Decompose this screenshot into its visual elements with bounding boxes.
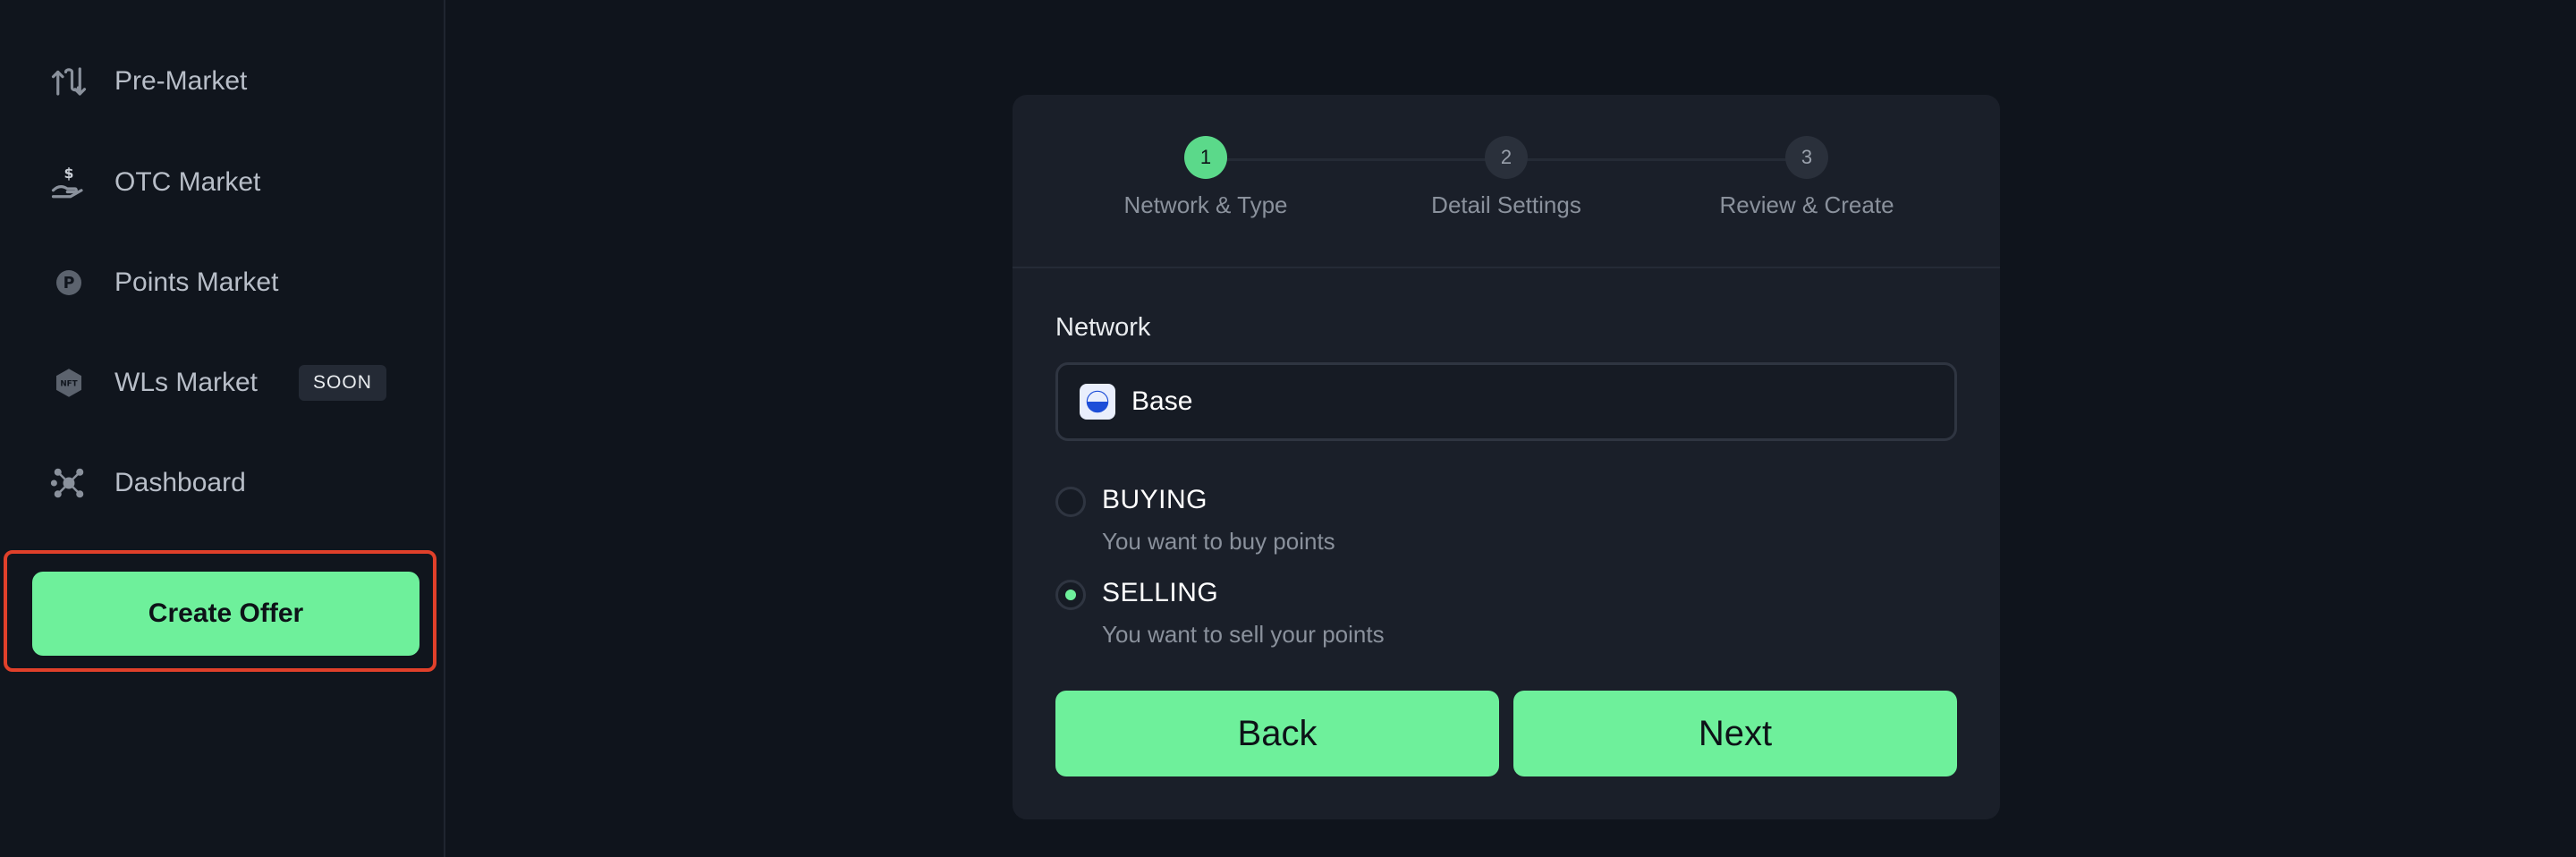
- sidebar-item-label: Pre-Market: [114, 66, 248, 96]
- sidebar-item-dashboard[interactable]: Dashboard: [50, 458, 246, 508]
- create-offer-card: 1 Network & Type 2 Detail Settings 3 Rev…: [1013, 95, 2000, 819]
- sidebar-item-wls-market[interactable]: NFT WLs Market SOON: [50, 358, 386, 408]
- next-button[interactable]: Next: [1513, 691, 1957, 776]
- stepper: 1 Network & Type 2 Detail Settings 3 Rev…: [1013, 95, 2000, 268]
- network-label: Network: [1055, 313, 1151, 342]
- sidebar-item-otc-market[interactable]: $ OTC Market: [50, 157, 260, 208]
- selling-option[interactable]: SELLING You want to sell your points: [1055, 578, 1385, 649]
- svg-text:$: $: [64, 165, 74, 182]
- option-title: BUYING: [1102, 485, 1208, 514]
- sidebar-item-label: Dashboard: [114, 468, 246, 497]
- back-button[interactable]: Back: [1055, 691, 1499, 776]
- step-2: 2 Detail Settings: [1399, 136, 1614, 219]
- step-3: 3 Review & Create: [1699, 136, 1914, 219]
- sidebar-item-pre-market[interactable]: Pre-Market: [50, 56, 247, 106]
- option-title: SELLING: [1102, 578, 1219, 607]
- base-network-icon: [1080, 384, 1115, 420]
- network-select[interactable]: Base: [1055, 362, 1957, 441]
- radio-selected-dot: [1065, 590, 1076, 600]
- svg-text:P: P: [64, 275, 75, 293]
- buying-option[interactable]: BUYING You want to buy points: [1055, 485, 1335, 556]
- network-icon: [50, 464, 88, 502]
- app-root: Pre-Market $ OTC Market P Points Market: [0, 0, 2576, 857]
- step-label: Network & Type: [1123, 191, 1288, 218]
- step-number: 1: [1184, 136, 1227, 179]
- sidebar-item-label: OTC Market: [114, 167, 261, 197]
- selling-radio[interactable]: [1055, 580, 1086, 610]
- step-1: 1 Network & Type: [1098, 136, 1313, 219]
- points-coin-icon: P: [50, 264, 88, 301]
- sidebar: Pre-Market $ OTC Market P Points Market: [0, 0, 445, 857]
- sidebar-item-label: WLs Market: [114, 368, 258, 397]
- buying-radio[interactable]: [1055, 487, 1086, 517]
- soon-badge: SOON: [299, 365, 386, 401]
- option-subtitle: You want to sell your points: [1102, 621, 1385, 648]
- create-offer-button[interactable]: Create Offer: [32, 572, 419, 656]
- step-number: 2: [1485, 136, 1528, 179]
- step-label: Review & Create: [1719, 191, 1894, 218]
- svg-text:NFT: NFT: [60, 380, 77, 389]
- network-value: Base: [1131, 386, 1193, 416]
- nft-badge-icon: NFT: [50, 364, 88, 402]
- create-offer-highlight: Create Offer: [4, 550, 436, 672]
- sidebar-item-label: Points Market: [114, 267, 279, 297]
- sidebar-item-points-market[interactable]: P Points Market: [50, 258, 278, 308]
- option-subtitle: You want to buy points: [1102, 528, 1335, 555]
- hand-dollar-icon: $: [50, 164, 88, 201]
- step-label: Detail Settings: [1431, 191, 1581, 218]
- arrows-swap-icon: [50, 63, 88, 100]
- step-number: 3: [1785, 136, 1828, 179]
